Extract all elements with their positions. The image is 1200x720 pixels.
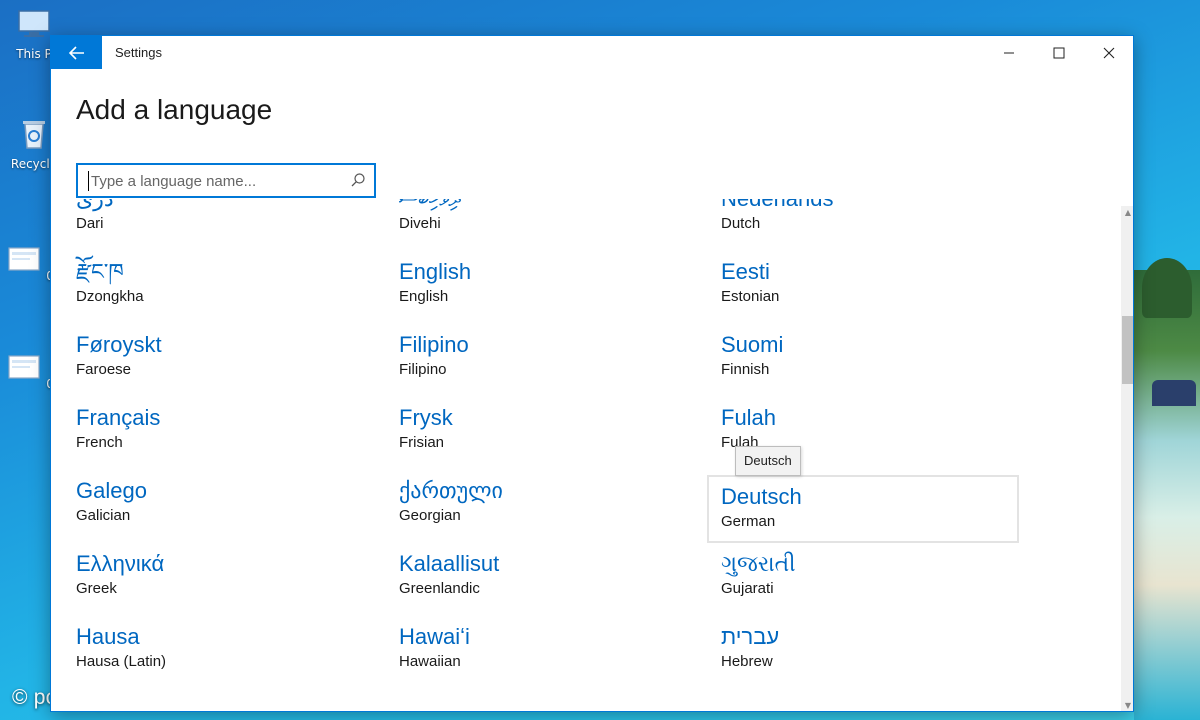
language-native-name: རྫོང་ཁ (76, 259, 124, 284)
scroll-up-arrow-icon[interactable]: ▲ (1121, 206, 1133, 220)
language-english-name: Finnish (721, 361, 770, 378)
vertical-scrollbar[interactable]: ▲ ▼ (1121, 206, 1133, 711)
language-native-name: Nederlands (721, 199, 1031, 212)
language-english-name: Estonian (721, 288, 780, 305)
language-native-name: ગુજરાતી (721, 551, 796, 576)
scroll-down-arrow-icon[interactable]: ▼ (1121, 699, 1133, 711)
language-item-filipino[interactable]: Filipino Filipino (399, 322, 709, 390)
language-item-gujarati[interactable]: ગુજરાતી Gujarati (721, 541, 1031, 609)
recycle-bin-icon (23, 121, 45, 149)
language-english-name: Dari (76, 215, 104, 232)
language-native-name: Føroyskt (76, 332, 162, 357)
language-native-name: עברית (721, 624, 780, 649)
search-icon[interactable] (350, 172, 366, 188)
beach-hut-icon (1152, 380, 1196, 406)
language-native-name: Deutsch (721, 484, 802, 509)
language-english-name: Faroese (76, 361, 132, 378)
language-item-frisian[interactable]: Frysk Frisian (399, 395, 709, 463)
language-item-hawaiian[interactable]: Hawaiʻi Hawaiian (399, 614, 709, 682)
palm-tree-icon (1142, 258, 1192, 318)
language-item-greenlandic[interactable]: Kalaallisut Greenlandic (399, 541, 709, 609)
language-english-name: German (721, 513, 776, 530)
language-english-name: French (76, 434, 123, 451)
language-native-name: Filipino (399, 332, 469, 357)
language-native-name: Hawaiʻi (399, 624, 470, 649)
minimize-button[interactable] (985, 36, 1033, 69)
language-item-faroese[interactable]: Føroyskt Faroese (76, 322, 386, 390)
language-english-name: English (399, 288, 449, 305)
language-item-greek[interactable]: Ελληνικά Greek (76, 541, 386, 609)
minimize-icon (1004, 52, 1014, 53)
language-item-divehi[interactable]: ދިވެހިބަސް Divehi (399, 199, 709, 244)
language-native-name: Frysk (399, 405, 453, 430)
language-native-name: ދިވެހިބަސް (399, 199, 709, 212)
language-native-name: Français (76, 405, 161, 430)
language-english-name: Frisian (399, 434, 445, 451)
arrow-left-icon (68, 45, 84, 60)
language-item-dutch[interactable]: Nederlands Dutch (721, 199, 1031, 244)
computer-icon (18, 10, 50, 37)
close-button[interactable] (1085, 36, 1133, 69)
language-native-name: ქართული (399, 478, 503, 503)
language-native-name: Suomi (721, 332, 784, 357)
language-native-name: Ελληνικά (76, 551, 165, 576)
language-item-dzongkha[interactable]: རྫོང་ཁ Dzongkha (76, 249, 386, 317)
language-item-hausa[interactable]: Hausa Hausa (Latin) (76, 614, 386, 682)
maximize-icon (1053, 47, 1065, 58)
screenshot-file-icon (8, 355, 41, 379)
close-icon (1103, 47, 1115, 58)
language-item-estonian[interactable]: Eesti Estonian (721, 249, 1031, 317)
desktop-wallpaper-beach (1134, 258, 1200, 720)
language-native-name: English (399, 259, 472, 284)
language-native-name: Eesti (721, 259, 770, 284)
page-title: Add a language (76, 94, 273, 125)
language-english-name: Greenlandic (399, 580, 480, 597)
language-english-name: Hebrew (721, 653, 773, 670)
window-title: Settings (115, 45, 162, 60)
language-english-name: Galician (76, 507, 131, 524)
language-native-name: Galego (76, 478, 147, 503)
settings-window: Settings Add a language دری Dari ދިވެހިބ… (50, 35, 1134, 712)
language-native-name: Hausa (76, 624, 140, 649)
language-english-name: Gujarati (721, 580, 774, 597)
back-button[interactable] (51, 36, 102, 69)
language-english-name: Divehi (399, 215, 441, 232)
language-item-dari[interactable]: دری Dari (76, 199, 386, 244)
language-item-galician[interactable]: Galego Galician (76, 468, 386, 536)
language-item-georgian[interactable]: ქართული Georgian (399, 468, 709, 536)
language-english-name: Hawaiian (399, 653, 461, 670)
language-tooltip: Deutsch (735, 446, 801, 476)
language-english-name: Dzongkha (76, 288, 144, 305)
title-bar: Settings (51, 36, 1133, 69)
language-item-hebrew[interactable]: עברית Hebrew (721, 614, 1031, 682)
scroll-thumb[interactable] (1122, 316, 1133, 384)
language-item-finnish[interactable]: Suomi Finnish (721, 322, 1031, 390)
language-english-name: Hausa (Latin) (76, 653, 167, 670)
maximize-button[interactable] (1035, 36, 1083, 69)
language-list: دری Dari ދިވެހިބަސް Divehi Nederlands Du… (51, 199, 1121, 711)
language-native-name: دری (76, 199, 386, 212)
language-english-name: Filipino (399, 361, 447, 378)
language-english-name: Dutch (721, 215, 761, 232)
language-item-german[interactable]: Deutsch German (707, 475, 1019, 543)
language-english-name: Georgian (399, 507, 461, 524)
language-native-name: Kalaallisut (399, 551, 500, 576)
screenshot-file-icon (8, 247, 41, 271)
desktop-icon-label: This P (16, 47, 52, 61)
language-search-input[interactable] (88, 171, 344, 191)
language-english-name: Greek (76, 580, 117, 597)
language-item-french[interactable]: Français French (76, 395, 386, 463)
language-search-box (76, 163, 376, 198)
language-native-name: Fulah (721, 405, 777, 430)
language-item-english[interactable]: English English (399, 249, 709, 317)
